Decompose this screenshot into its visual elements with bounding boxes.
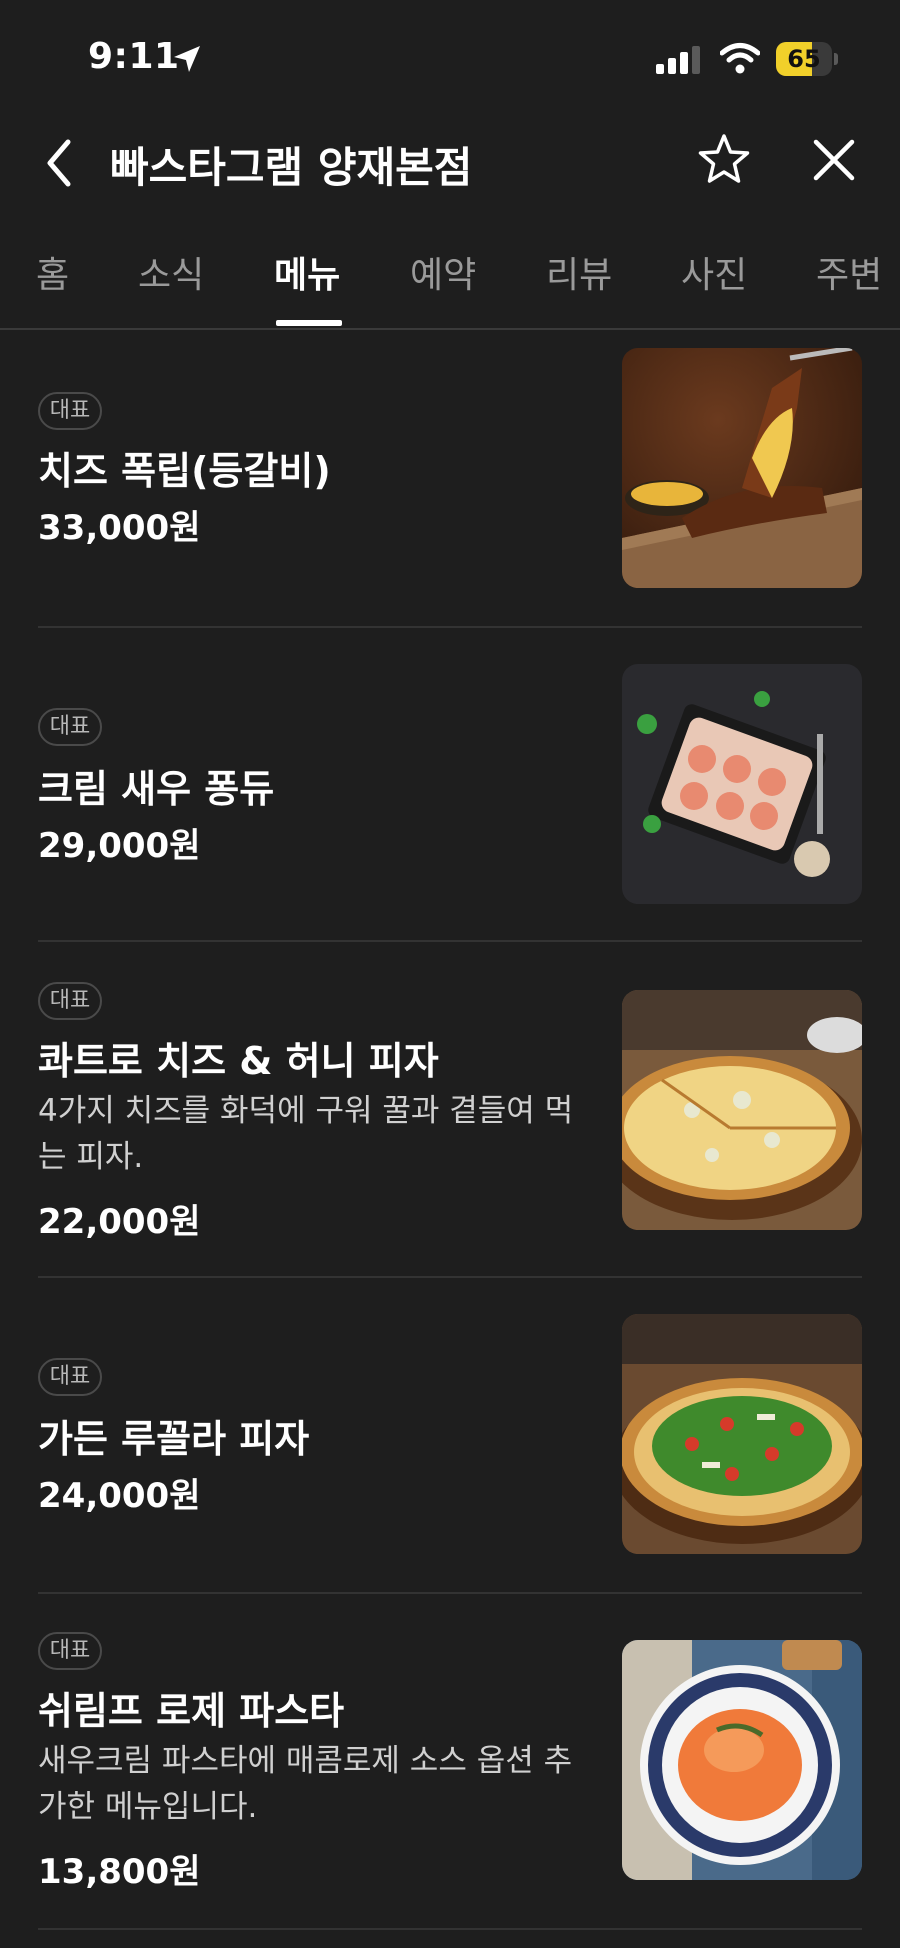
close-icon[interactable] [810, 136, 858, 184]
signature-badge: 대표 [38, 392, 102, 430]
menu-item-description: 4가지 치즈를 화덕에 구워 꿀과 곁들여 먹는 피자. [38, 1093, 574, 1175]
menu-item-price: 22,000원 [38, 1202, 201, 1242]
tab-reservation[interactable]: 예약 [410, 246, 476, 298]
menu-item-price: 24,000원 [38, 1476, 201, 1516]
tab-home[interactable]: 홈 [36, 246, 69, 298]
signature-badge: 대표 [38, 1632, 102, 1670]
star-favorite-icon[interactable] [696, 132, 752, 188]
menu-item[interactable]: 대표 가든 루꼴라 피자 24,000원 [0, 1278, 900, 1592]
tab-photos[interactable]: 사진 [681, 246, 747, 298]
rose-pasta-photo[interactable] [622, 1640, 862, 1880]
menu-item-name: 가든 루꼴라 피자 [38, 1417, 310, 1461]
tab-reviews[interactable]: 리뷰 [546, 246, 612, 298]
active-tab-indicator [276, 320, 342, 326]
menu-item[interactable]: 대표 치즈 폭립(등갈비) 33,000원 [0, 330, 900, 626]
status-time: 9:11 [88, 36, 180, 77]
signature-badge: 대표 [38, 1358, 102, 1396]
tab-nearby[interactable]: 주변 [816, 246, 882, 298]
battery-level: 65 [787, 45, 821, 73]
screen: 9:11 65 빠스타그램 양재본점 홈 소식 메뉴 예약 리뷰 사진 주변 대… [0, 0, 900, 1948]
signature-badge: 대표 [38, 982, 102, 1020]
menu-item[interactable]: 대표 쉬림프 로제 파스타 새우크림 파스타에 매콤로제 소스 옵션 추가한 메… [0, 1594, 900, 1928]
tab-bar: 홈 소식 메뉴 예약 리뷰 사진 주변 [0, 236, 900, 330]
back-chevron-icon[interactable] [40, 138, 80, 188]
cheese-pizza-photo[interactable] [622, 990, 862, 1230]
page-title: 빠스타그램 양재본점 [110, 143, 473, 192]
menu-item[interactable]: 대표 크림 새우 퐁듀 29,000원 [0, 628, 900, 940]
menu-item-description: 새우크림 파스타에 매콤로제 소스 옵션 추가한 메뉴입니다. [38, 1743, 573, 1825]
wifi-icon [720, 43, 760, 74]
menu-item-name: 콰트로 치즈 & 허니 피자 [38, 1039, 439, 1083]
menu-item-price: 29,000원 [38, 826, 201, 866]
location-arrow-icon [174, 46, 200, 72]
menu-item-price: 33,000원 [38, 508, 201, 548]
arugula-pizza-photo[interactable] [622, 1314, 862, 1554]
shrimp-fondue-photo[interactable] [622, 664, 862, 904]
menu-item-price: 13,800원 [38, 1852, 201, 1892]
signature-badge: 대표 [38, 708, 102, 746]
tab-news[interactable]: 소식 [138, 246, 204, 298]
cellular-signal-icon [656, 46, 700, 74]
menu-item[interactable]: 대표 콰트로 치즈 & 허니 피자 4가지 치즈를 화덕에 구워 꿀과 곁들여 … [0, 942, 900, 1276]
divider [38, 1928, 862, 1930]
status-bar: 9:11 65 [0, 0, 900, 110]
tab-menu[interactable]: 메뉴 [274, 246, 340, 298]
ribs-photo[interactable] [622, 348, 862, 588]
menu-item-name: 치즈 폭립(등갈비) [38, 449, 331, 493]
battery-indicator: 65 [776, 42, 838, 76]
menu-item-name: 크림 새우 퐁듀 [38, 767, 275, 811]
menu-item-name: 쉬림프 로제 파스타 [38, 1689, 345, 1733]
place-header: 빠스타그램 양재본점 [0, 120, 900, 204]
